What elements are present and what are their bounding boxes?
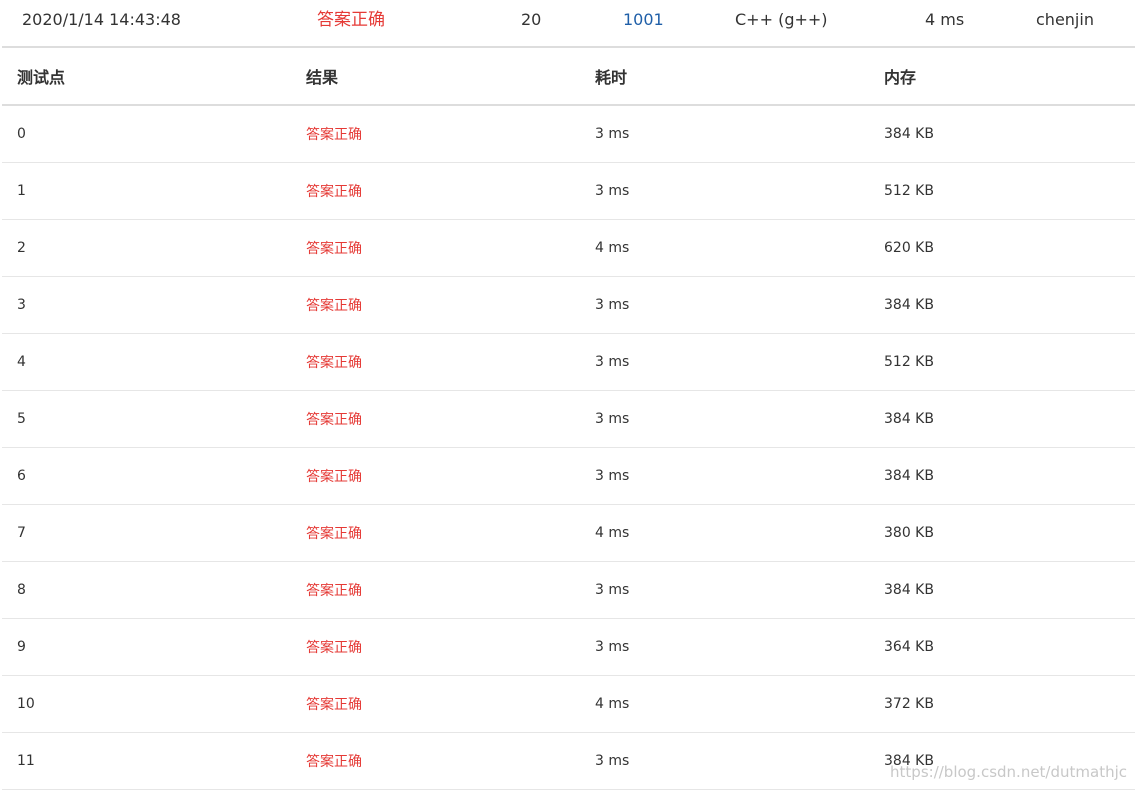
header-result: 结果 [291,48,580,106]
submission-time: 2020/1/14 14:43:48 [22,10,181,29]
table-row: 10 答案正确 4 ms 372 KB [2,675,1135,733]
test-case-table: 测试点 结果 耗时 内存 0 答案正确 3 ms 384 KB 1 答案正确 3 ms 512… [2,48,1135,790]
cell-result: 答案正确 [291,618,580,676]
table-row: 2 答案正确 4 ms 620 KB [2,219,1135,277]
cell-result: 答案正确 [291,390,580,448]
cell-time: 3 ms [580,618,869,676]
cell-case: 4 [2,333,291,391]
cell-memory: 512 KB [869,333,1135,391]
problem-link[interactable]: 1001 [623,10,664,30]
header-memory: 内存 [869,48,1135,106]
table-row: 1 答案正确 3 ms 512 KB [2,162,1135,220]
submission-time-cost: 4 ms [925,10,965,29]
cell-memory: 384 KB [869,105,1135,163]
table-row: 3 答案正确 3 ms 384 KB [2,276,1135,334]
table-header-row: 测试点 结果 耗时 内存 [2,48,1135,106]
cell-time: 4 ms [580,675,869,733]
cell-case: 2 [2,219,291,277]
cell-time: 3 ms [580,333,869,391]
cell-result: 答案正确 [291,447,580,505]
submission-language: C++ (g++) [735,10,828,29]
cell-result: 答案正确 [291,276,580,334]
table-row: 5 答案正确 3 ms 384 KB [2,390,1135,448]
cell-case: 6 [2,447,291,505]
cell-result: 答案正确 [291,675,580,733]
cell-memory: 384 KB [869,561,1135,619]
cell-result: 答案正确 [291,162,580,220]
cell-time: 3 ms [580,276,869,334]
table-row: 9 答案正确 3 ms 364 KB [2,618,1135,676]
submission-summary-row: 2020/1/14 14:43:48 答案正确 20 1001 C++ (g++… [0,0,1137,40]
cell-time: 3 ms [580,390,869,448]
cell-memory: 384 KB [869,447,1135,505]
table-body: 0 答案正确 3 ms 384 KB 1 答案正确 3 ms 512 KB 2 答案正确 4 ms 6… [2,105,1135,790]
cell-case: 10 [2,675,291,733]
table-row: 6 答案正确 3 ms 384 KB [2,447,1135,505]
cell-time: 3 ms [580,561,869,619]
cell-memory: 512 KB [869,162,1135,220]
table-row: 0 答案正确 3 ms 384 KB [2,105,1135,163]
cell-result: 答案正确 [291,219,580,277]
submission-score: 20 [521,10,542,29]
cell-memory: 372 KB [869,675,1135,733]
submission-user: chenjin [1036,10,1094,29]
cell-case: 9 [2,618,291,676]
cell-case: 1 [2,162,291,220]
cell-time: 3 ms [580,162,869,220]
cell-result: 答案正确 [291,561,580,619]
cell-case: 5 [2,390,291,448]
watermark: https://blog.csdn.net/dutmathjc [890,763,1127,781]
cell-time: 3 ms [580,105,869,163]
cell-memory: 380 KB [869,504,1135,562]
cell-case: 3 [2,276,291,334]
cell-time: 3 ms [580,732,869,790]
cell-memory: 620 KB [869,219,1135,277]
header-time: 耗时 [580,48,869,106]
cell-time: 3 ms [580,447,869,505]
cell-memory: 364 KB [869,618,1135,676]
cell-time: 4 ms [580,504,869,562]
cell-case: 11 [2,732,291,790]
cell-case: 8 [2,561,291,619]
cell-memory: 384 KB [869,390,1135,448]
cell-case: 0 [2,105,291,163]
cell-result: 答案正确 [291,504,580,562]
cell-result: 答案正确 [291,333,580,391]
submission-status: 答案正确 [317,10,385,30]
table-row: 7 答案正确 4 ms 380 KB [2,504,1135,562]
table-row: 4 答案正确 3 ms 512 KB [2,333,1135,391]
table-row: 8 答案正确 3 ms 384 KB [2,561,1135,619]
cell-memory: 384 KB [869,276,1135,334]
header-case: 测试点 [2,48,291,106]
cell-result: 答案正确 [291,105,580,163]
cell-result: 答案正确 [291,732,580,790]
cell-time: 4 ms [580,219,869,277]
cell-case: 7 [2,504,291,562]
